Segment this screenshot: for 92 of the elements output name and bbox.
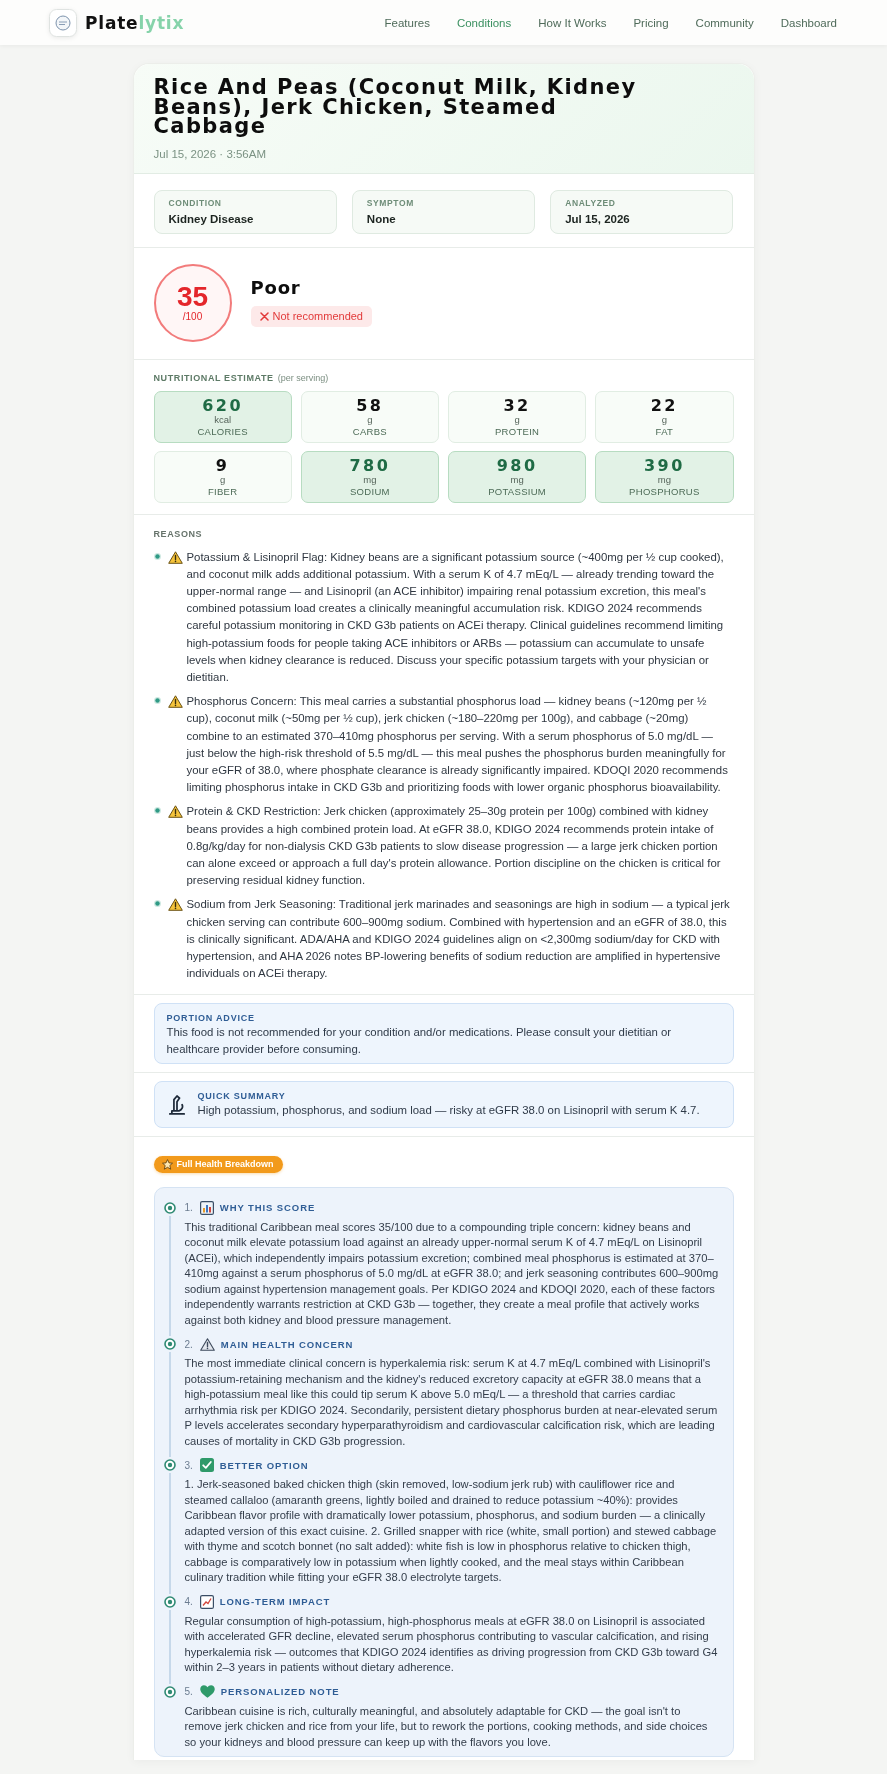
section-number: 1.	[184, 1202, 193, 1214]
warning-icon	[167, 898, 183, 912]
nutrient-unit: mg	[656, 473, 672, 486]
score-value: 35	[176, 282, 209, 311]
line-chart-icon	[199, 1594, 214, 1609]
reason-text: Potassium & Lisinopril Flag: Kidney beans are a significant potassium source (~400mg per ½ cup cooked), and coconut milk adds additional potassium. With a serum K of 4.7 mEq/L — already trending toward the upper-normal range — and Lisinopril (an ACE inhibitor) impairing renal potassium excretion, this meal's combined potassium load creates a clinically meaningful accumulation risk. KDIGO 2024 recommends careful potassium monitoring in CKD G3b patients on ACEi therapy. Clinical guidelines recommend limiting high-potassium foods for people taking ACE inhibitors or ARBs — potassium can accumulate to unsafe levels when kidney clearance is reduced. Discuss your specific potassium targets with your physician or dietitian.	[186, 549, 725, 685]
section-heading: LONG-TERM IMPACT	[219, 1596, 331, 1608]
section-number: 4.	[184, 1596, 193, 1608]
panel-title: PORTION ADVICE	[166, 1012, 256, 1025]
detail-label: SYMPTOM	[366, 196, 415, 209]
detail-label: CONDITION	[168, 196, 223, 209]
nav-link[interactable]: How It Works	[538, 16, 607, 29]
section-number: 2.	[184, 1338, 193, 1350]
warning-icon	[167, 695, 183, 709]
nutrient-value: 22	[649, 396, 679, 414]
section-text: Caribbean cuisine is rich, culturally meaningful, and absolutely adaptable for CKD — the goal isn't to remove jerk chicken and rice from your life, but to rework the portions, cooking methods, and side choices so your kidneys and blood pressure can keep up with the flavors you love.	[184, 1703, 709, 1750]
nav-link[interactable]: Features	[384, 16, 430, 29]
section-number: 5.	[184, 1686, 193, 1698]
nutrient-label: CALORIES	[196, 425, 249, 438]
meal-title: Rice And Peas (Coconut Milk, Kidney Beans), Jerk Chicken, Steamed Cabbage	[153, 78, 638, 137]
detail-value: Kidney Disease	[168, 211, 255, 227]
warning-icon	[167, 805, 183, 819]
nutrient-value: 9	[214, 456, 231, 474]
timeline-marker-icon	[163, 1595, 176, 1608]
section-title: NUTRITIONAL ESTIMATE	[153, 371, 274, 384]
nutrient-unit: g	[513, 413, 521, 426]
score-scale: /100	[182, 310, 203, 323]
quick-summary-text: High potassium, phosphorus, and sodium load — risky at eGFR 38.0 on Lisinopril with serum K 4.7.	[197, 1103, 700, 1119]
checkmark-icon	[199, 1458, 214, 1473]
star-icon	[161, 1158, 173, 1170]
bullet-icon	[153, 552, 161, 560]
nutrient-unit: g	[218, 473, 227, 486]
nav-link[interactable]: Dashboard	[780, 16, 837, 29]
rating-label: Poor	[250, 277, 302, 298]
nutrient-unit: mg	[509, 473, 525, 486]
x-icon	[259, 311, 269, 321]
warning-icon	[199, 1337, 215, 1351]
section-heading: PERSONALIZED NOTE	[220, 1686, 340, 1698]
timeline-marker-icon	[163, 1201, 176, 1214]
nutrient-value: 620	[201, 396, 245, 414]
nutrient-label: CARBS	[351, 425, 388, 438]
warning-icon	[167, 550, 183, 564]
nutrient-label: POTASSIUM	[487, 485, 548, 498]
section-title: REASONS	[153, 527, 203, 540]
nav-link[interactable]: Pricing	[633, 16, 669, 29]
section-text: The most immediate clinical concern is hyperkalemia risk: serum K at 4.7 mEq/L combined with Lisinopril's potassium-retaining mechanism and the kidney's reduced excretory capacity at eGFR 38.0 means that a high-potassium meal like this could tip serum K above 5.0 mEq/L — a threshold that carries cardiac arrhythmia risk per KDIGO 2024. Secondarily, persistent dietary phosphorus burden at near-elevated serum P levels accelerates secondary hyperparathyroidism and cardiovascular calcification risk, which are leading causes of mortality in CKD G3b progression.	[184, 1356, 719, 1449]
panel-title: QUICK SUMMARY	[197, 1090, 287, 1103]
nutrient-value: 390	[642, 456, 686, 474]
logo-icon[interactable]	[49, 8, 77, 37]
breakdown-badge-label: Full Health Breakdown	[176, 1158, 274, 1170]
detail-label: ANALYZED	[565, 196, 617, 209]
detail-value: Jul 15, 2026	[565, 211, 631, 227]
nutrient-unit: kcal	[213, 413, 233, 426]
nutrient-value: 32	[502, 396, 532, 414]
section-number: 3.	[184, 1459, 193, 1471]
nutrient-label: FAT	[654, 425, 675, 438]
nutrient-value: 780	[348, 456, 392, 474]
nutrient-label: FIBER	[206, 485, 239, 498]
nav-link[interactable]: Community	[695, 16, 754, 29]
bullet-icon	[153, 697, 161, 705]
detail-value: None	[366, 211, 397, 227]
timestamp: Jul 15, 2026 · 3:56AM	[153, 146, 267, 161]
timeline-marker-icon	[163, 1338, 176, 1351]
reason-text: Phosphorus Concern: This meal carries a substantial phosphorus load — kidney beans (~120mg per ½ cup), coconut milk (~50mg per ½ cup), jerk chicken (~180–220mg per 100g), and cabbage (~20mg) combine to an estimated 370–410mg phosphorus per serving. With a serum phosphorus of 5.0 mg/dL — just below the high-risk threshold of 5.5 mg/dL — this meal pushes the phosphorus burden meaningfully for your eGFR of 38.0, where phosphate clearance is already significantly impaired. KDOQI 2020 recommends limiting phosphorus intake in CKD G3b and prioritizing foods with lower organic phosphorus bioavailability.	[186, 694, 729, 796]
nutrient-unit: g	[660, 413, 668, 426]
verdict-label: Not recommended	[272, 309, 363, 323]
section-text: 1. Jerk-seasoned baked chicken thigh (skin removed, low-sodium jerk rub) with cauliflower rice and steamed callaloo (amaranth greens, lightly boiled and drained to reduce potassium ~40%): provides Caribbean flavor profile with dramatically lower potassium, phosphorus, and sodium burden — a clinically adapted version of this exact cuisine. 2. Grilled snapper with rice (white, small portion) and stewed cabbage with thyme and scotch bonnet (no salt added): white fish is low in phosphorus relative to chicken thigh, cabbage is comparatively low in potassium when lightly cooked, and the meal stays within Caribbean culinary tradition while fitting your eGFR 38.0 electrolyte targets.	[184, 1477, 718, 1586]
section-heading: MAIN HEALTH CONCERN	[220, 1338, 354, 1350]
section-heading: WHY THIS SCORE	[219, 1202, 316, 1214]
reason-text: Protein & CKD Restriction: Jerk chicken (approximately 25–30g protein per 100g) combined with kidney beans provides a high combined protein load. At eGFR 38.0, KDIGO 2024 recommends protein intake of 0.8g/kg/day for non-dialysis CKD G3b patients to slow disease progression — a large jerk chicken portion can alone exceed or approach a full day's protein allowance. Portion discipline on the chicken is critical for preserving residual kidney function.	[186, 804, 722, 889]
nutrient-label: PHOSPHORUS	[628, 485, 701, 498]
bullet-icon	[153, 900, 161, 908]
timeline-marker-icon	[163, 1685, 176, 1698]
timeline-marker-icon	[163, 1459, 176, 1472]
nav-link[interactable]: Conditions	[456, 16, 512, 29]
nutrient-label: SODIUM	[348, 485, 391, 498]
section-text: This traditional Caribbean meal scores 35/100 due to a compounding triple concern: kidney beans and coconut milk elevate potassium load against an already upper-normal serum K of 4.7 mEq/L on Lisinopril (ACEi), which independently impairs potassium excretion; combined meal phosphorus is estimated at 370–410mg against a serum phosphorus of 5.0 mg/dL at eGFR 38.0; and jerk seasoning contributes 600–900mg sodium against hypertension management goals. Per KDIGO 2024 and KDOQI 2020, each of these factors independently warrants restriction at CKD G3b — together, they create a meal profile that actively works against both kidney and blood pressure management.	[184, 1219, 719, 1328]
nutrient-label: PROTEIN	[493, 425, 541, 438]
nutrient-unit: g	[366, 413, 374, 426]
section-heading: BETTER OPTION	[219, 1459, 309, 1471]
section-note: (per serving)	[277, 371, 329, 384]
portion-advice-text: This food is not recommended for your condition and/or medications. Please consult your dietitian or healthcare provider before consuming.	[166, 1025, 673, 1057]
heart-icon	[199, 1685, 215, 1699]
microscope-icon	[167, 1094, 186, 1115]
bar-chart-icon	[199, 1200, 214, 1215]
nutrient-value: 58	[355, 396, 385, 414]
brand-name[interactable]: Platelytix	[85, 12, 185, 33]
bullet-icon	[153, 807, 161, 815]
nutrient-value: 980	[495, 456, 539, 474]
reason-text: Sodium from Jerk Seasoning: Traditional jerk marinades and seasonings are high in sodium — a typical jerk chicken serving can contribute 600–900mg sodium. Combined with hypertension and an eGFR of 38.0, this is clinically significant. ADA/AHA and KDIGO 2024 guidelines align on <2,300mg sodium/day for CKD with hypertension, and AHA 2026 notes BP-lowering benefits of sodium reduction are amplified in hypertensive individuals on ACEi therapy.	[186, 897, 731, 982]
section-text: Regular consumption of high-potassium, high-phosphorus meals at eGFR 38.0 on Lisinopril is associated with accelerated GFR decline, elevated serum phosphorus contributing to vascular calcification, and rising hyperkalemia risk — outcomes that KDIGO 2024 identifies as driving progression from CKD G3b toward G4 within 2–3 years in patients without dietary adherence.	[184, 1613, 719, 1676]
nutrient-unit: mg	[362, 473, 378, 486]
